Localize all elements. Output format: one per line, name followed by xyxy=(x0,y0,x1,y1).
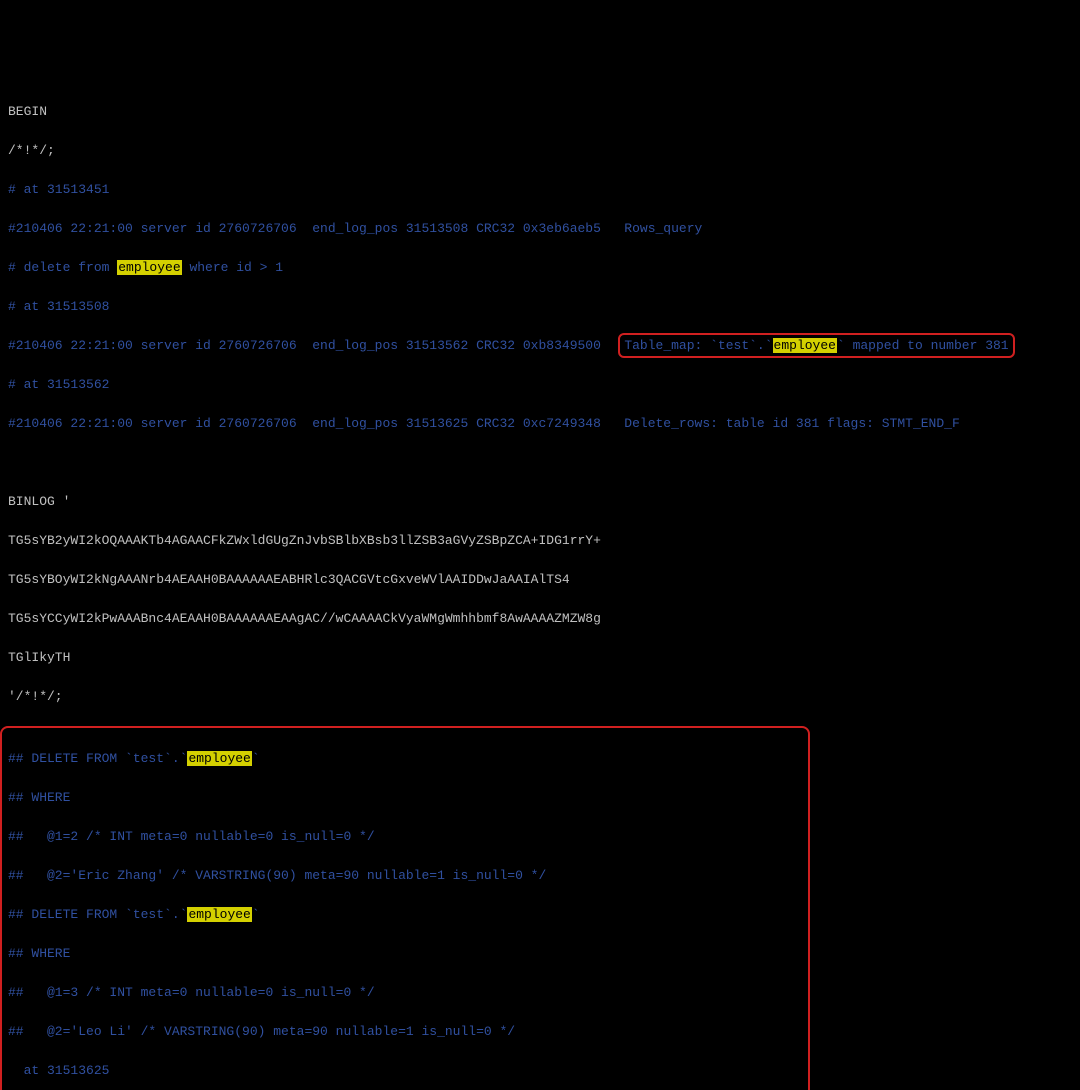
delete-from-post: ` xyxy=(252,907,260,922)
employee-highlight: employee xyxy=(117,260,181,275)
log-position-partial: at 31513625 xyxy=(8,1061,802,1081)
log-position: # at 31513451 xyxy=(8,180,1072,200)
log-position: # at 31513562 xyxy=(8,375,1072,395)
where-clause: ## WHERE xyxy=(8,788,802,808)
delete-query-comment: # delete from employee where id > 1 xyxy=(8,258,1072,278)
begin-keyword: BEGIN xyxy=(8,102,1072,122)
binlog-data: TG5sYBOyWI2kNgAAANrb4AEAAH0BAAAAAAEABHRl… xyxy=(8,570,1072,590)
terminal-output: BEGIN /*!*/; # at 31513451 #210406 22:21… xyxy=(8,82,1072,1090)
where-field: ## @2='Eric Zhang' /* VARSTRING(90) meta… xyxy=(8,866,802,886)
where-field: ## @1=2 /* INT meta=0 nullable=0 is_null… xyxy=(8,827,802,847)
delete-from-pre: ## DELETE FROM `test`.` xyxy=(8,751,187,766)
log-position: # at 31513508 xyxy=(8,297,1072,317)
tablemap-box-post: ` mapped to number 381 xyxy=(837,338,1009,353)
delete-from-pre: ## DELETE FROM `test`.` xyxy=(8,907,187,922)
delete-post: where id > 1 xyxy=(182,260,283,275)
delete-statements-annotation: ## DELETE FROM `test`.`employee` ## WHER… xyxy=(0,726,810,1090)
table-map-line: #210406 22:21:00 server id 2760726706 en… xyxy=(8,336,1072,356)
delete-rows-header: #210406 22:21:00 server id 2760726706 en… xyxy=(8,414,1072,434)
where-clause: ## WHERE xyxy=(8,944,802,964)
rows-query-header: #210406 22:21:00 server id 2760726706 en… xyxy=(8,219,1072,239)
tablemap-box-pre: Table_map: `test`.` xyxy=(624,338,772,353)
delete-statement: ## DELETE FROM `test`.`employee` xyxy=(8,905,802,925)
employee-highlight: employee xyxy=(773,338,837,353)
delete-statement: ## DELETE FROM `test`.`employee` xyxy=(8,749,802,769)
delete-from-post: ` xyxy=(252,751,260,766)
binlog-data: TGlIkyTH xyxy=(8,648,1072,668)
employee-highlight: employee xyxy=(187,907,251,922)
comment-marker: /*!*/; xyxy=(8,141,1072,161)
tablemap-pre: #210406 22:21:00 server id 2760726706 en… xyxy=(8,338,624,353)
binlog-end: '/*!*/; xyxy=(8,687,1072,707)
binlog-data: TG5sYCCyWI2kPwAAABnc4AEAAH0BAAAAAAEAAgAC… xyxy=(8,609,1072,629)
where-field: ## @1=3 /* INT meta=0 nullable=0 is_null… xyxy=(8,983,802,1003)
where-field: ## @2='Leo Li' /* VARSTRING(90) meta=90 … xyxy=(8,1022,802,1042)
delete-pre: # delete from xyxy=(8,260,117,275)
employee-highlight: employee xyxy=(187,751,251,766)
binlog-keyword: BINLOG ' xyxy=(8,492,1072,512)
binlog-data: TG5sYB2yWI2kOQAAAKTb4AGAACFkZWxldGUgZnJv… xyxy=(8,531,1072,551)
table-map-annotation: Table_map: `test`.`employee` mapped to n… xyxy=(618,333,1014,359)
